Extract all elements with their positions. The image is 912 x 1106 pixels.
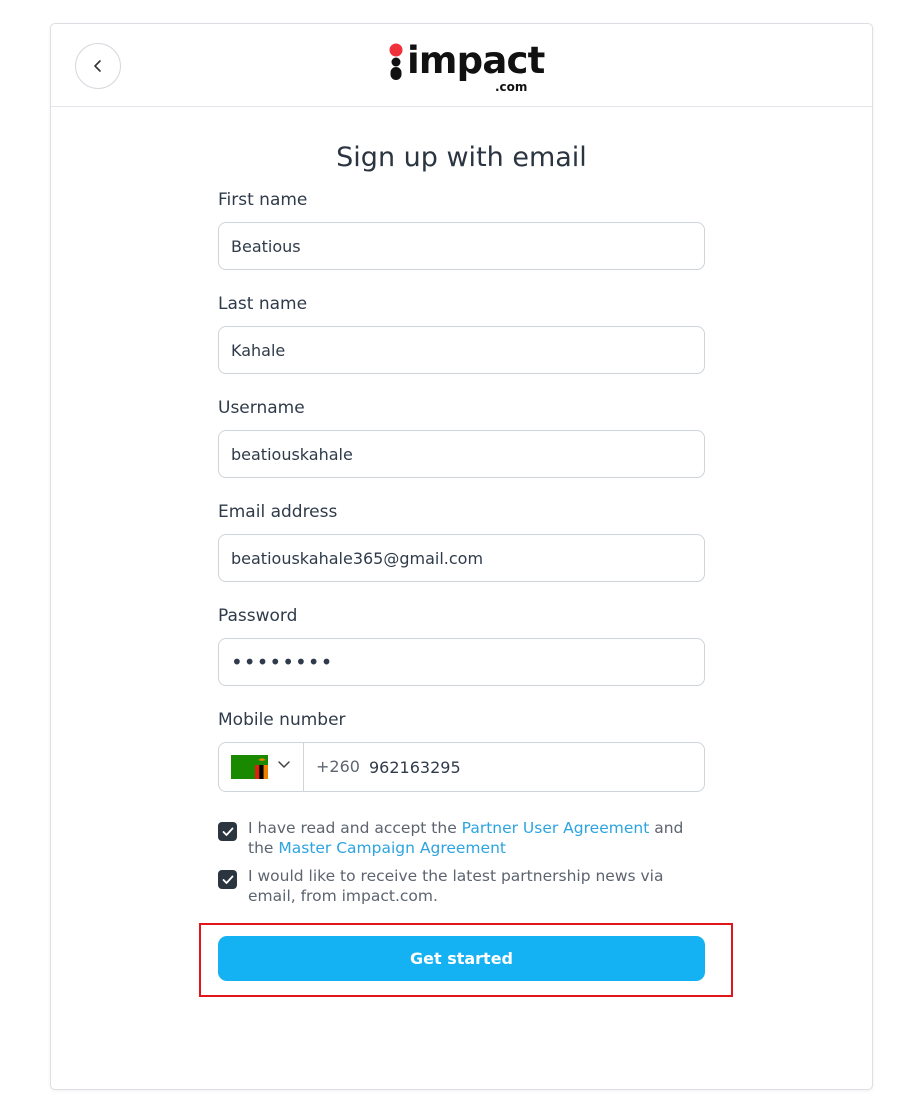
terms-checkbox[interactable] [218,822,237,841]
news-checkbox[interactable] [218,870,237,889]
checkmark-icon [222,875,233,884]
username-label: Username [218,398,305,418]
logo-suffix: .com [495,80,528,94]
terms-text-part-1: I have read and accept the [248,819,462,837]
mobile-number-field: +260 [218,742,705,792]
username-input[interactable] [218,430,705,478]
email-input[interactable] [218,534,705,582]
page-title: Sign up with email [336,142,587,173]
last-name-label: Last name [218,294,308,314]
impact-logo[interactable]: impact .com [388,39,545,98]
partner-user-agreement-link[interactable]: Partner User Agreement [462,819,650,837]
back-button[interactable] [75,43,121,89]
chevron-left-icon [94,60,101,72]
highlight-box [199,923,733,997]
country-code-select[interactable] [219,743,304,791]
terms-text: I have read and accept the Partner User … [248,818,703,858]
password-input[interactable] [218,638,705,686]
logo-wordmark: impact [407,39,545,82]
logo-mark-icon [389,43,403,80]
dial-code: +260 [316,757,360,776]
first-name-label: First name [218,190,308,210]
first-name-input[interactable] [218,222,705,270]
checkmark-icon [222,827,233,836]
news-text: I would like to receive the latest partn… [248,867,664,905]
password-label: Password [218,606,298,626]
last-name-input[interactable] [218,326,705,374]
master-campaign-agreement-link[interactable]: Master Campaign Agreement [278,839,506,857]
card-header: impact .com [51,24,872,107]
zambia-flag-icon [231,755,268,779]
email-label: Email address [218,502,338,522]
mobile-label: Mobile number [218,710,346,730]
mobile-number-input[interactable] [357,744,687,790]
chevron-down-icon [278,761,290,768]
